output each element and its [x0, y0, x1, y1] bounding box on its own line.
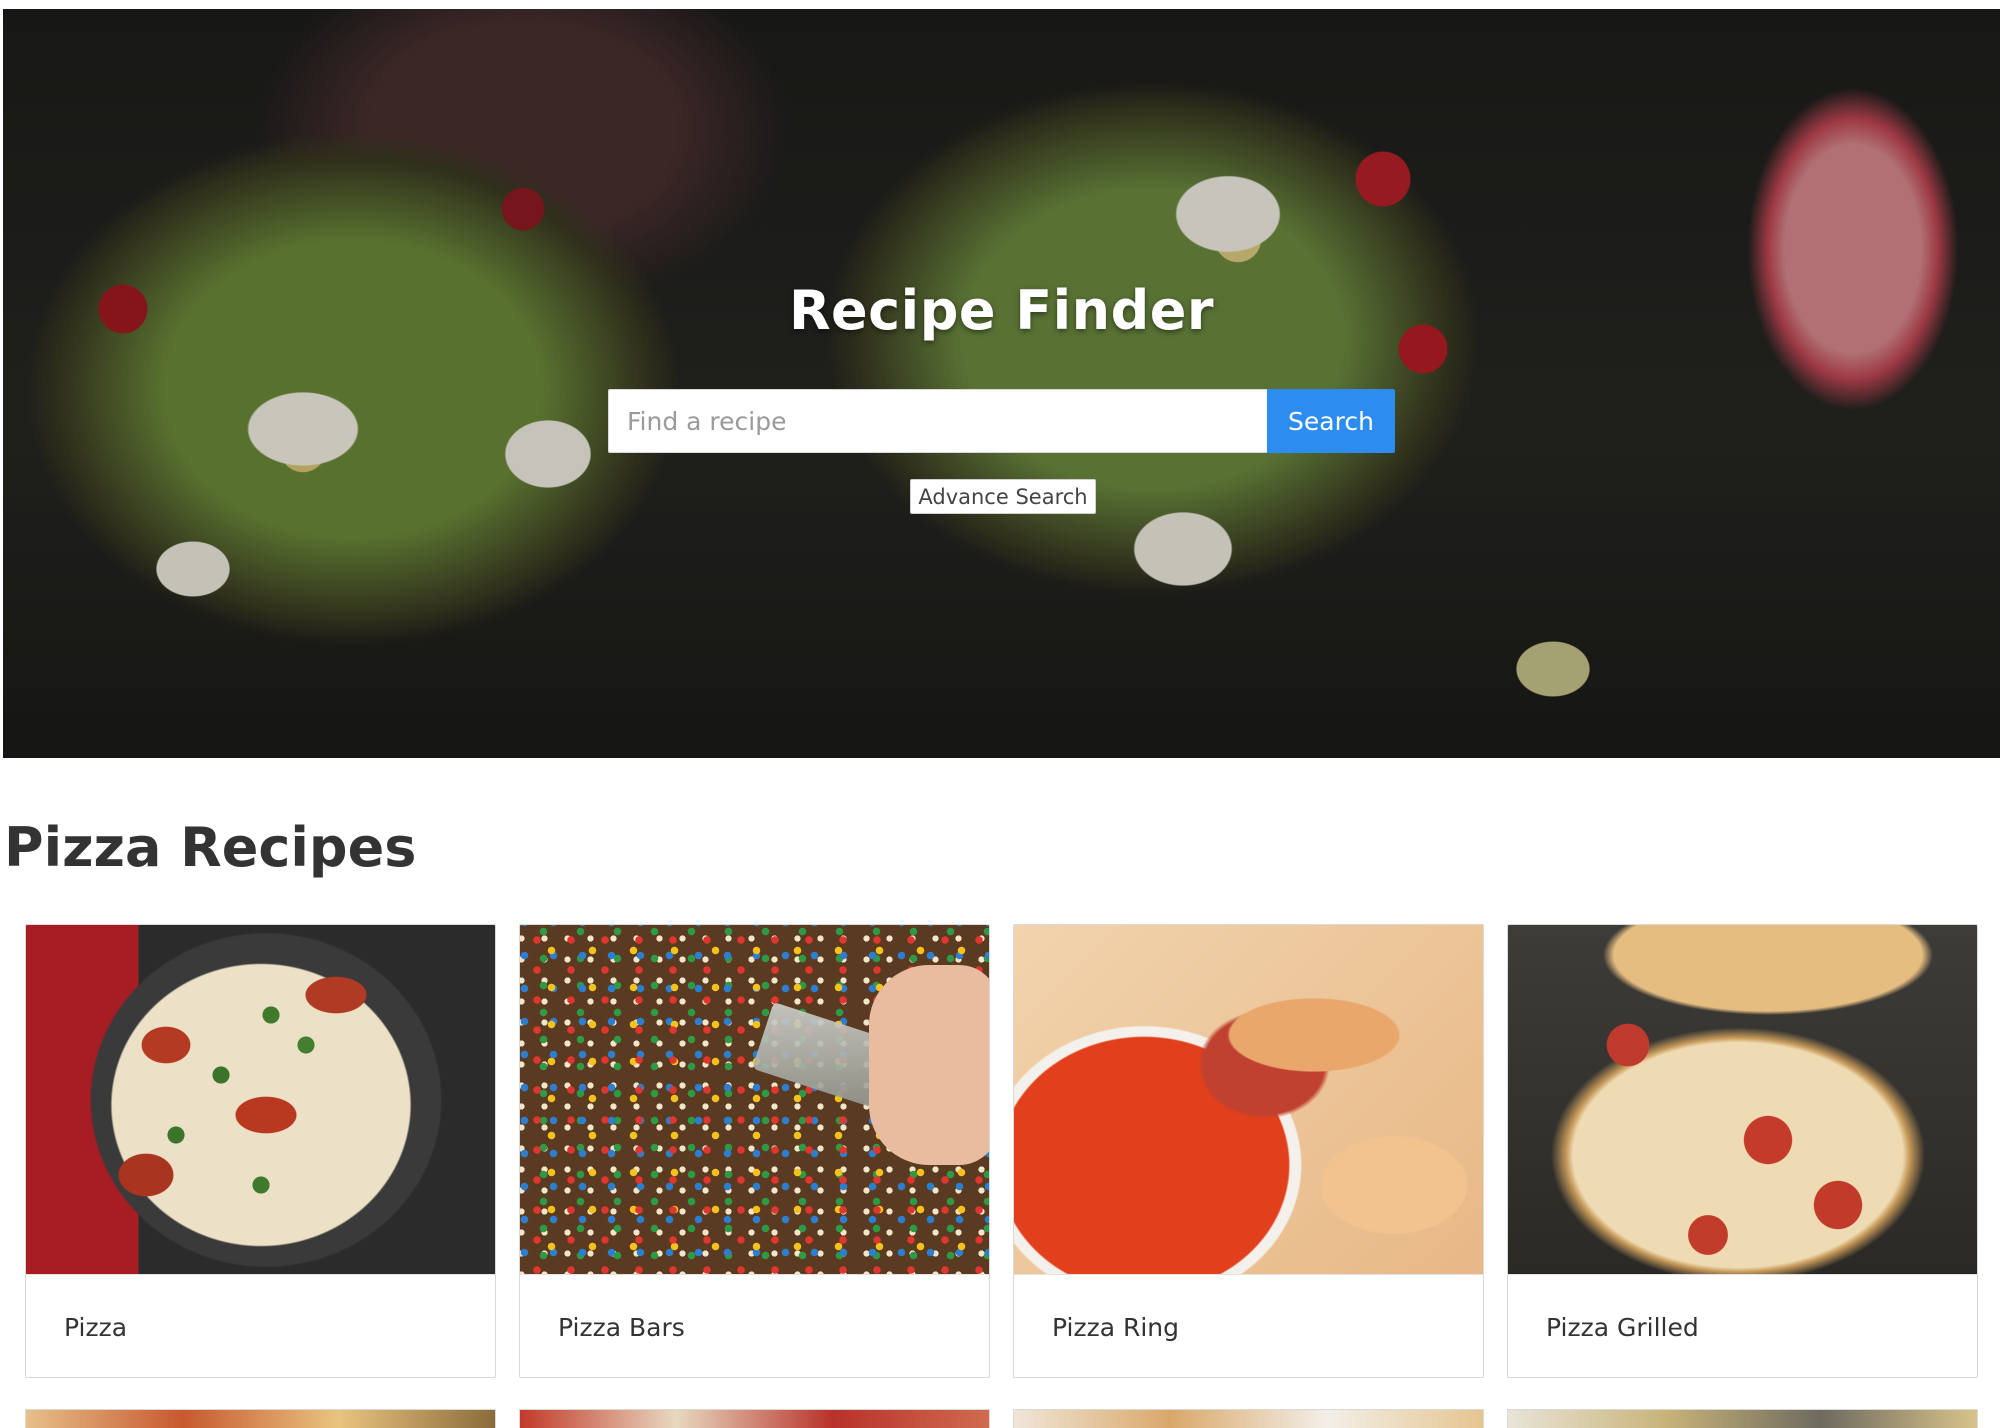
recipe-card-partial[interactable] — [519, 1409, 990, 1428]
recipe-title[interactable]: Pizza Bars — [520, 1274, 989, 1377]
recipe-title[interactable]: Pizza Grilled — [1508, 1274, 1977, 1377]
recipe-title[interactable]: Pizza — [26, 1274, 495, 1377]
recipe-image[interactable] — [1508, 1410, 1977, 1428]
recipe-card[interactable]: Pizza Grilled — [1507, 924, 1978, 1378]
recipe-image[interactable] — [520, 925, 989, 1274]
recipe-card-partial[interactable] — [1013, 1409, 1484, 1428]
advance-search-button[interactable]: Advance Search — [910, 479, 1096, 514]
section-title: Pizza Recipes — [4, 816, 417, 879]
recipe-image[interactable] — [26, 1410, 495, 1428]
image-detail — [869, 965, 989, 1165]
recipe-title[interactable]: Pizza Ring — [1014, 1274, 1483, 1377]
recipe-image[interactable] — [1014, 1410, 1483, 1428]
hero-overlay — [3, 9, 2000, 758]
page-title: Recipe Finder — [788, 279, 1215, 342]
recipe-card[interactable]: Pizza — [25, 924, 496, 1378]
recipe-image[interactable] — [1508, 925, 1977, 1274]
hero-banner: Recipe Finder Search Advance Search — [3, 9, 2000, 758]
recipe-card[interactable]: Pizza Bars — [519, 924, 990, 1378]
recipe-card-partial[interactable] — [25, 1409, 496, 1428]
search-input[interactable] — [608, 389, 1267, 453]
recipe-image[interactable] — [26, 925, 495, 1274]
recipe-image[interactable] — [1014, 925, 1483, 1274]
recipe-card[interactable]: Pizza Ring — [1013, 924, 1484, 1378]
search-form: Search — [608, 389, 1395, 453]
recipe-card-partial[interactable] — [1507, 1409, 1978, 1428]
search-button[interactable]: Search — [1267, 389, 1395, 453]
recipe-image[interactable] — [520, 1410, 989, 1428]
